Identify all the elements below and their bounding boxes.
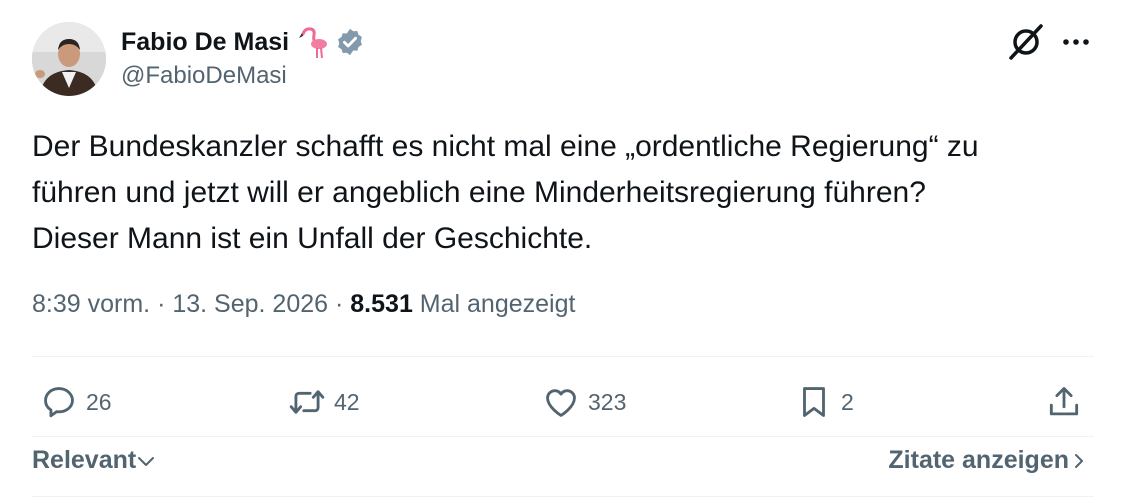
view-quotes-label: Zitate anzeigen [888, 446, 1069, 474]
like-count: 323 [588, 388, 627, 415]
sort-dropdown[interactable]: Relevant [32, 446, 156, 475]
tweet-line: Der Bundeskanzler schafft es nicht mal e… [32, 130, 979, 163]
verified-badge-icon[interactable] [335, 27, 365, 57]
tweet-date[interactable]: 13. Sep. 2026 [172, 290, 328, 318]
author-name-row: Fabio De Masi [121, 24, 365, 60]
sort-label: Relevant [32, 446, 137, 474]
repost-button[interactable]: 42 [288, 382, 360, 422]
share-icon [1049, 387, 1079, 416]
author-name[interactable]: Fabio De Masi [121, 28, 289, 57]
more-options-icon[interactable] [1057, 26, 1095, 58]
tweet-line: führen und jetzt will er angeblich eine … [32, 176, 926, 209]
tweet-time[interactable]: 8:39 vorm. [32, 290, 150, 318]
avatar-photo [32, 22, 106, 96]
avatar[interactable] [32, 22, 106, 96]
reply-button[interactable]: 26 [40, 382, 112, 422]
bookmark-count: 2 [841, 388, 854, 415]
chevron-right-icon [1075, 453, 1083, 468]
repost-count: 42 [334, 388, 360, 415]
meta-separator: · [335, 290, 344, 318]
meta-separator: · [157, 290, 166, 318]
like-button[interactable]: 323 [542, 382, 626, 422]
bookmark-button[interactable]: 2 [795, 382, 854, 422]
view-quotes-link[interactable]: Zitate anzeigen [888, 446, 1089, 475]
view-count-label: Mal angezeigt [419, 290, 576, 318]
share-button[interactable] [1045, 382, 1083, 422]
tweet-meta: 8:39 vorm. · 13. Sep. 2026 · 8.531 Mal a… [32, 290, 575, 319]
reply-icon [44, 387, 74, 418]
bookmark-icon [803, 387, 825, 417]
grok-icon[interactable] [1004, 20, 1048, 64]
tweet-text: Der Bundeskanzler schafft es nicht mal e… [32, 124, 1092, 262]
reply-count: 26 [86, 388, 112, 415]
divider [32, 356, 1094, 357]
divider [32, 496, 1094, 497]
divider [32, 436, 1094, 437]
heart-icon [546, 389, 576, 417]
repost-icon [289, 390, 325, 414]
chevron-down-icon [138, 456, 155, 466]
author-handle[interactable]: @FabioDeMasi [121, 62, 287, 90]
flamingo-icon [299, 27, 328, 59]
view-count: 8.531 [350, 290, 413, 318]
tweet-line: Dieser Mann ist ein Unfall der Geschicht… [32, 222, 593, 255]
